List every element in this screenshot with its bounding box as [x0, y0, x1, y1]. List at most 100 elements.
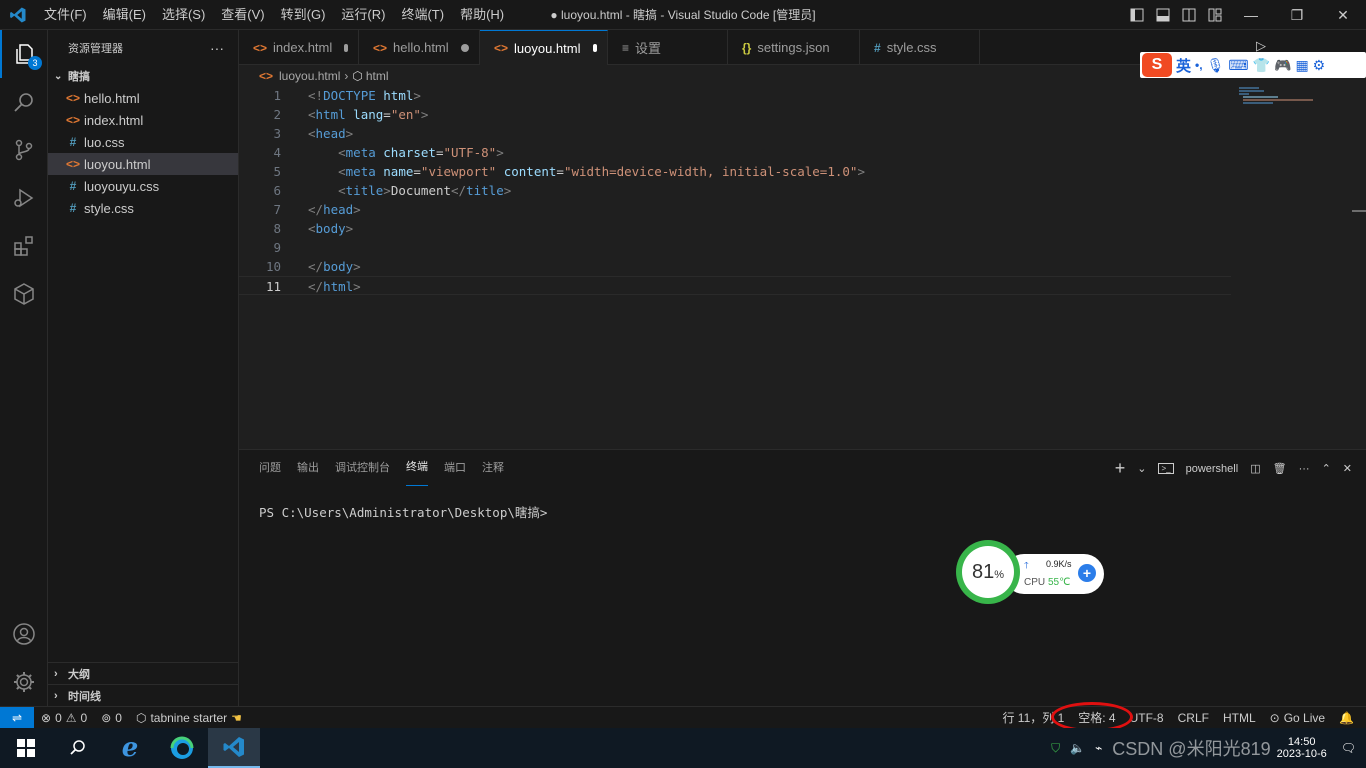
code-line[interactable]: 8 <body> — [239, 219, 1231, 238]
file-luoyouyu-css[interactable]: # luoyouyu.css — [48, 175, 238, 197]
toggle-primary-sidebar-icon[interactable] — [1124, 0, 1150, 30]
run-debug-icon[interactable] — [0, 174, 48, 222]
network-icon[interactable]: ⌁ — [1095, 741, 1102, 755]
code-line[interactable]: 3 <head> — [239, 124, 1231, 143]
code-line[interactable]: 7 </head> — [239, 200, 1231, 219]
close-panel-icon[interactable]: ✕ — [1343, 462, 1352, 475]
tab-output[interactable]: 输出 — [297, 450, 319, 486]
menu-view[interactable]: 查看(V) — [213, 0, 272, 30]
keyboard-icon[interactable]: ⌨ — [1228, 57, 1248, 74]
tab-hello-html[interactable]: <> hello.html — [359, 30, 480, 65]
tab-problems[interactable]: 问题 — [259, 450, 281, 486]
code-line[interactable]: 1 <!DOCTYPE html> — [239, 86, 1231, 105]
menu-help[interactable]: 帮助(H) — [452, 0, 512, 30]
chevron-down-icon[interactable]: ⌄ — [1137, 462, 1146, 475]
vscode-taskbar-icon[interactable] — [208, 728, 260, 768]
unsaved-dot-icon[interactable] — [592, 44, 597, 52]
code-line[interactable]: 9 — [239, 238, 1231, 257]
speaker-icon[interactable]: 🔈 — [1070, 741, 1085, 755]
unsaved-dot-icon[interactable] — [344, 43, 348, 52]
file-index-html[interactable]: <> index.html — [48, 109, 238, 131]
toggle-secondary-sidebar-icon[interactable] — [1176, 0, 1202, 30]
outline-section[interactable]: › 大纲 — [48, 662, 238, 684]
file-hello-html[interactable]: <> hello.html — [48, 87, 238, 109]
terminal-prompt[interactable]: PS C:\Users\Administrator\Desktop\瞎搞> — [259, 502, 547, 521]
shield-icon[interactable]: ⛉ — [1051, 741, 1060, 756]
tab-comments[interactable]: 注释 — [482, 450, 504, 486]
go-live-button[interactable]: ⊙ Go Live — [1263, 707, 1332, 729]
menu-run[interactable]: 运行(R) — [333, 0, 393, 30]
notification-center-icon[interactable]: 🗨 — [1341, 741, 1356, 755]
microphone-icon[interactable]: 🎙 — [1207, 57, 1225, 74]
account-icon[interactable] — [0, 610, 48, 658]
code-line[interactable]: 11 </html> — [239, 276, 1231, 295]
manage-gear-icon[interactable] — [0, 658, 48, 706]
file-style-css[interactable]: # style.css — [48, 197, 238, 219]
minimap[interactable] — [1239, 86, 1313, 116]
problems-status[interactable]: ⊗ 0 ⚠ 0 — [34, 707, 94, 729]
menu-edit[interactable]: 编辑(E) — [95, 0, 154, 30]
edge-browser-icon[interactable] — [156, 728, 208, 768]
remote-indicator-icon[interactable]: ⇌ — [0, 706, 34, 729]
explorer-icon[interactable]: 3 — [0, 30, 48, 78]
skin-shirt-icon[interactable]: 👕 — [1253, 57, 1270, 74]
restore-button[interactable]: ❐ — [1274, 0, 1320, 30]
end-of-line[interactable]: CRLF — [1171, 707, 1216, 729]
toolbox-grid-icon[interactable]: ▦ — [1295, 57, 1308, 74]
tab-style-css[interactable]: # style.css — [860, 30, 980, 65]
more-actions-icon[interactable]: ··· — [210, 40, 224, 56]
menu-terminal[interactable]: 终端(T) — [393, 0, 452, 30]
tab-index-html[interactable]: <> index.html — [239, 30, 359, 65]
code-line[interactable]: 5 <meta name="viewport" content="width=d… — [239, 162, 1231, 181]
kill-terminal-trash-icon[interactable]: 🗑 — [1273, 462, 1287, 475]
ports-status[interactable]: ⊚ 0 — [94, 707, 129, 729]
menu-selection[interactable]: 选择(S) — [154, 0, 213, 30]
start-windows-icon[interactable] — [0, 728, 52, 768]
tabnine-status[interactable]: ⬡ tabnine starter ☚ — [129, 707, 249, 729]
tab-settings-json[interactable]: {} settings.json — [728, 30, 860, 65]
code-editor[interactable]: 1 <!DOCTYPE html> 2 <html lang="en"> 3 <head>… — [239, 86, 1366, 449]
tab-ports[interactable]: 端口 — [444, 450, 466, 486]
sogou-logo-icon[interactable]: S — [1142, 53, 1172, 77]
menu-file[interactable]: 文件(F) — [36, 0, 95, 30]
search-icon[interactable] — [0, 78, 48, 126]
tab-luoyou-html[interactable]: <> luoyou.html — [480, 30, 608, 65]
customize-layout-icon[interactable] — [1202, 0, 1228, 30]
notifications-bell-icon[interactable]: 🔔 — [1332, 707, 1366, 729]
code-line[interactable]: 2 <html lang="en"> — [239, 105, 1231, 124]
file-luo-css[interactable]: # luo.css — [48, 131, 238, 153]
breadcrumb-symbol[interactable]: html — [366, 69, 389, 83]
internet-explorer-icon[interactable]: e — [104, 728, 156, 768]
split-terminal-icon[interactable]: ◫ — [1250, 462, 1260, 475]
tab-debug-console[interactable]: 调试控制台 — [335, 450, 390, 486]
code-line[interactable]: 4 <meta charset="UTF-8"> — [239, 143, 1231, 162]
unsaved-dot-icon[interactable] — [460, 43, 469, 52]
source-control-icon[interactable] — [0, 126, 48, 174]
menu-go[interactable]: 转到(G) — [273, 0, 334, 30]
file-luoyou-html[interactable]: <> luoyou.html — [48, 153, 238, 175]
ime-settings-icon[interactable]: ⚙ — [1313, 57, 1326, 74]
new-terminal-plus-icon[interactable]: + — [1115, 458, 1126, 479]
maximize-panel-chevron-up-icon[interactable]: ⌃ — [1322, 462, 1331, 475]
search-icon[interactable] — [52, 728, 104, 768]
code-line[interactable]: 6 <title>Document</title> — [239, 181, 1231, 200]
breadcrumb-file[interactable]: luoyou.html — [279, 69, 340, 83]
more-actions-icon[interactable]: ··· — [1299, 463, 1310, 475]
ime-language[interactable]: 英 — [1176, 55, 1191, 76]
ime-punctuation[interactable]: •, — [1195, 58, 1203, 72]
gamepad-icon[interactable]: 🎮 — [1274, 57, 1291, 74]
remote-explorer-icon[interactable] — [0, 270, 48, 318]
clock[interactable]: 14:50 2023-10-6 — [1277, 736, 1327, 760]
close-window-button[interactable]: ✕ — [1320, 0, 1366, 30]
minimize-button[interactable]: — — [1228, 0, 1274, 30]
tab-settings[interactable]: ≡ 设置 — [608, 30, 728, 65]
performance-widget[interactable]: 81% 🡑 0.9K/s CPU 55℃ + — [956, 540, 1104, 606]
toggle-panel-icon[interactable] — [1150, 0, 1176, 30]
add-plus-icon[interactable]: + — [1078, 564, 1096, 582]
terminal-shell-name[interactable]: powershell — [1186, 463, 1239, 475]
code-line[interactable]: 10 </body> — [239, 257, 1231, 276]
scrollbar-indicator[interactable] — [1352, 210, 1366, 212]
language-mode[interactable]: HTML — [1216, 707, 1263, 729]
tab-terminal[interactable]: 终端 — [406, 450, 428, 486]
extensions-icon[interactable] — [0, 222, 48, 270]
